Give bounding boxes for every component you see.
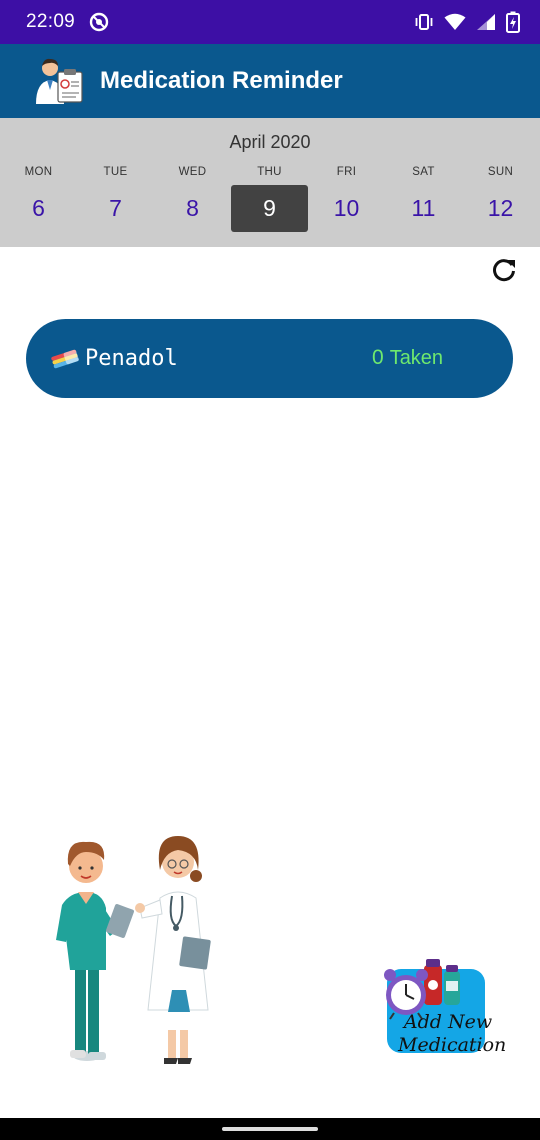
navigation-bar	[0, 1118, 540, 1140]
week-calendar: April 2020 MON 6 TUE 7 WED 8 THU 9 FRI 1…	[0, 118, 540, 247]
day-number[interactable]: 6	[0, 185, 77, 232]
add-label-line2: Medication	[398, 1034, 507, 1056]
wifi-icon	[444, 13, 466, 30]
status-icons	[414, 11, 520, 33]
app-notification-icon	[89, 12, 109, 32]
day-tuesday[interactable]: TUE 7	[77, 166, 154, 232]
day-friday[interactable]: FRI 10	[308, 166, 385, 232]
medication-card[interactable]: Penadol 0 Taken	[26, 319, 513, 398]
day-sunday[interactable]: SUN 12	[462, 166, 539, 232]
day-number-selected[interactable]: 9	[231, 185, 308, 232]
day-name: THU	[257, 166, 282, 178]
add-label-line1: Add New	[403, 1011, 493, 1033]
pills-icon	[51, 349, 79, 368]
refresh-icon	[493, 259, 515, 282]
app-title: Medication Reminder	[100, 67, 343, 94]
day-number[interactable]: 8	[154, 185, 231, 232]
day-name: MON	[24, 166, 53, 178]
day-saturday[interactable]: SAT 11	[385, 166, 462, 232]
day-wednesday[interactable]: WED 8	[154, 166, 231, 232]
day-monday[interactable]: MON 6	[0, 166, 77, 232]
refresh-button[interactable]	[490, 256, 518, 284]
taken-status: 0 Taken	[372, 346, 443, 370]
vibrate-icon	[415, 14, 433, 30]
doctor-clipboard-icon	[36, 58, 83, 104]
day-number[interactable]: 7	[77, 185, 154, 232]
battery-charging-icon	[506, 11, 520, 33]
signal-icon	[477, 14, 495, 30]
month-label: April 2020	[229, 132, 311, 152]
taken-count: 0	[372, 346, 384, 369]
taken-label: Taken	[389, 347, 444, 369]
day-number[interactable]: 10	[308, 185, 385, 232]
add-new-medication-label: Add New Medication	[398, 1011, 507, 1057]
doctors-illustration	[56, 836, 211, 1064]
status-bar: 22:09	[0, 0, 540, 44]
day-number[interactable]: 11	[385, 185, 462, 232]
day-number[interactable]: 12	[462, 185, 539, 232]
day-name: SUN	[487, 166, 514, 178]
medication-name: Penadol	[85, 346, 178, 371]
app-bar: Medication Reminder	[0, 44, 540, 118]
day-name: WED	[178, 166, 207, 178]
day-thursday[interactable]: THU 9	[231, 166, 308, 232]
status-time: 22:09	[26, 11, 76, 32]
day-name: FRI	[336, 166, 357, 178]
day-name: TUE	[103, 166, 128, 178]
add-new-medication-button[interactable]: Add New Medication	[376, 955, 507, 1065]
gesture-handle[interactable]	[222, 1127, 318, 1131]
day-name: SAT	[412, 166, 435, 178]
